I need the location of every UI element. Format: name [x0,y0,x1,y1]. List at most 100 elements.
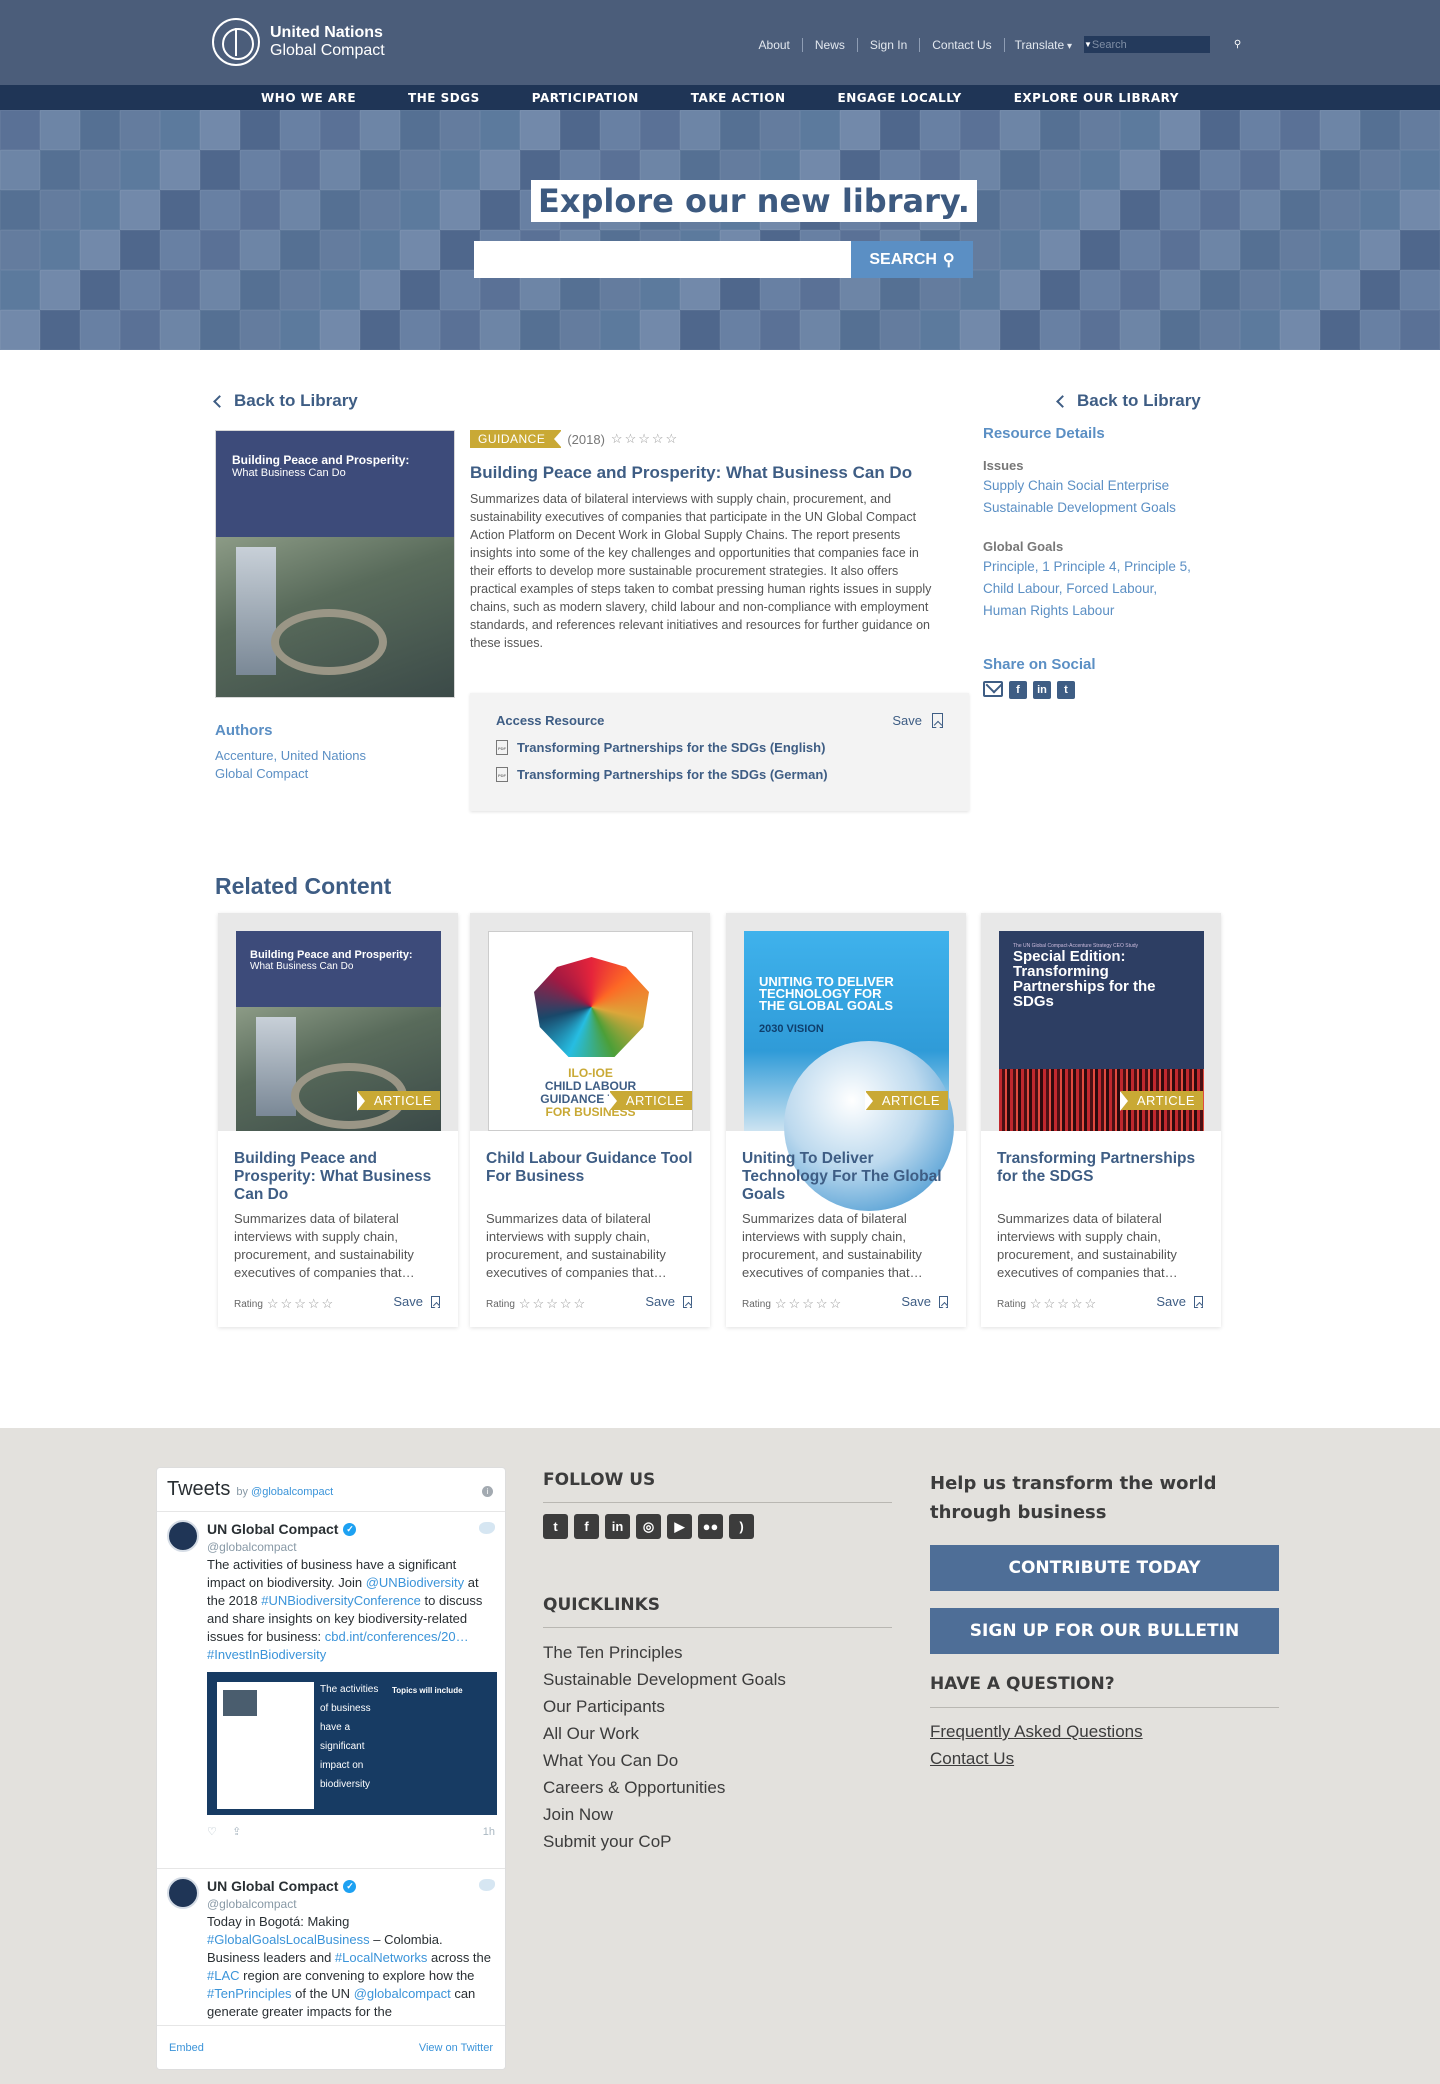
faq-link[interactable]: Frequently Asked Questions [930,1718,1143,1745]
search-icon[interactable]: ⚲ [1234,39,1241,50]
related-card[interactable]: The UN Global Compact-Accenture Strategy… [981,913,1221,1327]
mosaic-tile [80,270,120,310]
share-icons: f in t [983,681,1223,699]
authors-value[interactable]: Accenture, United Nations Global Compact [215,747,395,783]
card-save-button[interactable]: Save [645,1294,692,1309]
tweet-handle[interactable]: @globalcompact [207,1538,495,1556]
goal-links[interactable]: Principle, 1 Principle 4, Principle 5, [983,556,1223,578]
mosaic-tile [1160,270,1200,310]
youtube-icon[interactable]: ▶ [667,1514,692,1539]
card-save-button[interactable]: Save [393,1294,440,1309]
mosaic-tile [440,190,480,230]
card-save-button[interactable]: Save [1156,1294,1203,1309]
back-to-library-link-right[interactable]: Back to Library [1056,391,1201,411]
tweet-author[interactable]: UN Global Compact [207,1877,338,1895]
related-card[interactable]: ILO-IOE CHILD LABOUR GUIDANCE TOOL FOR B… [470,913,710,1327]
translate-dropdown[interactable]: Translate [1015,38,1072,52]
file-link-english[interactable]: Transforming Partnerships for the SDGs (… [496,740,825,755]
related-card[interactable]: UNITING TO DELIVER TECHNOLOGY FOR THE GL… [726,913,966,1327]
quicklink[interactable]: Join Now [543,1801,786,1828]
un-global-compact-logo[interactable]: United Nations Global Compact [212,18,385,66]
facebook-icon[interactable]: f [574,1514,599,1539]
tweet[interactable]: UN Global Compact ✓ @globalcompact Today … [157,1868,505,2021]
nav-take-action[interactable]: TAKE ACTION [665,85,812,110]
twitter-icon[interactable]: t [1057,681,1075,699]
linkedin-icon[interactable]: in [1033,681,1051,699]
card-title[interactable]: Transforming Partnerships for the SDGS [997,1150,1207,1186]
contact-us-link[interactable]: Contact Us [930,1745,1143,1772]
star-rating[interactable]: ☆☆☆☆☆ [519,1296,587,1312]
search-scope-dropdown-icon[interactable]: ▼ [1084,40,1092,49]
email-icon[interactable] [983,681,1003,697]
flickr-icon[interactable]: ●● [698,1514,723,1539]
quicklink[interactable]: All Our Work [543,1720,786,1747]
twitter-icon[interactable]: t [543,1514,568,1539]
quicklink[interactable]: The Ten Principles [543,1639,786,1666]
avatar[interactable] [167,1877,199,1909]
star-rating[interactable]: ☆☆☆☆☆ [775,1296,843,1312]
back-to-library-link[interactable]: Back to Library [213,391,358,411]
quicklink[interactable]: What You Can Do [543,1747,786,1774]
library-search-button[interactable]: SEARCH ⚲ [851,241,973,278]
nav-participation[interactable]: PARTICIPATION [506,85,665,110]
sign-in-link[interactable]: Sign In [858,37,921,52]
nav-explore-library[interactable]: EXPLORE OUR LIBRARY [988,85,1205,110]
file-link-german[interactable]: Transforming Partnerships for the SDGs (… [496,767,828,782]
mosaic-tile [160,230,200,270]
related-card[interactable]: Building Peace and Prosperity: What Busi… [218,913,458,1327]
quicklink[interactable]: Our Participants [543,1693,786,1720]
card-title[interactable]: Building Peace and Prosperity: What Busi… [234,1150,444,1204]
tweet-image[interactable]: The activities of business have a signif… [207,1672,497,1815]
rss-icon[interactable]: ) [729,1514,754,1539]
embed-link[interactable]: Embed [169,2042,204,2054]
mosaic-tile [1240,270,1280,310]
save-button[interactable]: Save [892,713,943,728]
star-rating[interactable]: ☆☆☆☆☆ [267,1296,335,1312]
star-rating[interactable]: ☆☆☆☆☆ [1030,1296,1098,1312]
mosaic-tile [720,110,760,150]
goal-links[interactable]: Human Rights Labour [983,600,1223,622]
quicklink[interactable]: Submit your CoP [543,1828,786,1855]
facebook-icon[interactable]: f [1009,681,1027,699]
like-icon[interactable]: ♡ ⇪ [207,1823,241,1841]
avatar[interactable] [167,1520,199,1552]
logo-line1: United Nations [270,24,383,41]
card-title[interactable]: Uniting To Deliver Technology For The Gl… [742,1150,952,1204]
tweet-time[interactable]: 1h [483,1823,495,1841]
quicklinks-heading: QUICKLINKS [543,1595,661,1615]
mosaic-tile [920,310,960,350]
contact-us-link[interactable]: Contact Us [920,37,1005,52]
signup-bulletin-button[interactable]: SIGN UP FOR OUR BULLETIN [930,1608,1279,1654]
nav-who-we-are[interactable]: WHO WE ARE [235,85,382,110]
quicklink[interactable]: Sustainable Development Goals [543,1666,786,1693]
header-search-input[interactable] [1091,36,1234,53]
mosaic-tile [1040,110,1080,150]
instagram-icon[interactable]: ◎ [636,1514,661,1539]
about-link[interactable]: About [747,37,803,52]
issue-link[interactable]: Supply Chain Social Enterprise [983,475,1223,497]
tweet-author[interactable]: UN Global Compact [207,1520,338,1538]
tweet[interactable]: UN Global Compact ✓ @globalcompact The ac… [157,1512,505,1841]
timeline-handle-link[interactable]: @globalcompact [251,1486,333,1498]
goal-links[interactable]: Child Labour, Forced Labour, [983,578,1223,600]
mosaic-tile [1280,190,1320,230]
nav-engage-locally[interactable]: ENGAGE LOCALLY [812,85,988,110]
quicklink[interactable]: Careers & Opportunities [543,1774,786,1801]
info-icon[interactable]: i [482,1486,493,1497]
view-on-twitter-link[interactable]: View on Twitter [419,2042,493,2054]
mosaic-tile [1040,190,1080,230]
tweet-handle[interactable]: @globalcompact [207,1895,495,1913]
nav-the-sdgs[interactable]: THE SDGS [382,85,506,110]
news-link[interactable]: News [803,37,858,52]
mosaic-tile [280,110,320,150]
contribute-today-button[interactable]: CONTRIBUTE TODAY [930,1545,1279,1591]
mosaic-tile [1360,230,1400,270]
card-title[interactable]: Child Labour Guidance Tool For Business [486,1150,696,1186]
card-save-button[interactable]: Save [901,1294,948,1309]
linkedin-icon[interactable]: in [605,1514,630,1539]
mosaic-tile [1200,270,1240,310]
issue-link[interactable]: Sustainable Development Goals [983,497,1223,519]
mosaic-tile [640,110,680,150]
star-rating[interactable]: ☆☆☆☆☆ [611,431,679,447]
library-search-input[interactable] [474,241,851,278]
